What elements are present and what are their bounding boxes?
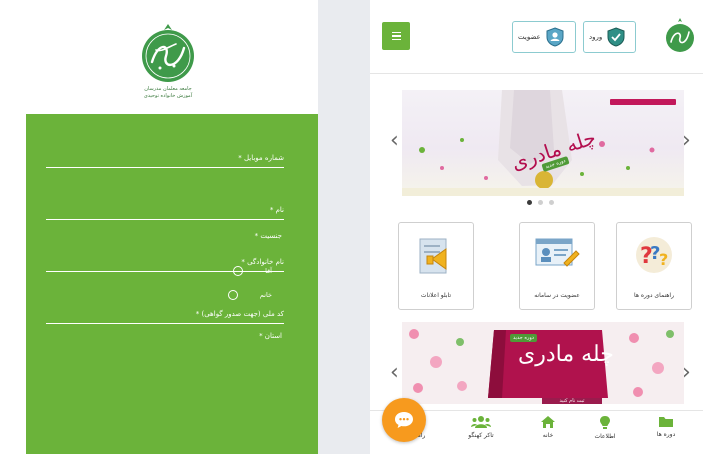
- slider-dot[interactable]: [549, 200, 554, 205]
- group-icon: [471, 416, 491, 428]
- shield-user-icon: [546, 27, 564, 47]
- header-logo-icon: [666, 18, 694, 52]
- nav-item-home[interactable]: خانه: [520, 415, 576, 439]
- home-screen: عضویت ورود چله مادری دوره جدید ‹ › تابلو…: [370, 0, 703, 454]
- question-puzzle-icon: ? ? ?: [636, 237, 672, 273]
- card-news-board[interactable]: تابلو اعلانات: [398, 222, 474, 310]
- hamburger-menu-button[interactable]: [382, 22, 410, 50]
- nav-item-group[interactable]: تاکر کهنگو: [453, 415, 509, 439]
- chat-icon: [395, 412, 413, 428]
- left-logo-block: جامعه معلمان مدرسان آموزش خانواده توحیدی: [118, 22, 218, 100]
- gender-option-female[interactable]: خانم: [227, 290, 272, 300]
- national-id-field-label: کد ملی (جهت صدور گواهی) *: [195, 310, 284, 318]
- promo-banner-1[interactable]: چله مادری دوره جدید: [402, 90, 684, 196]
- national-id-field-underline[interactable]: [46, 323, 284, 324]
- banner2-subtitle: ثبت نام کنید: [542, 398, 602, 404]
- membership-button-label: عضویت: [518, 33, 541, 41]
- banner1-prev-arrow-icon[interactable]: ‹: [390, 130, 399, 152]
- id-card-icon: [535, 238, 580, 267]
- nav-item-info-label: اطلاعات: [594, 433, 616, 440]
- megaphone-icon: [419, 238, 447, 274]
- last-name-field-label: نام خانوادگی *: [241, 258, 284, 266]
- banner1-tag: [610, 99, 676, 105]
- province-label: استان *: [259, 332, 282, 340]
- folder-icon: [659, 417, 673, 427]
- card-courses-guide[interactable]: ? ? ? راهنمای دوره ها: [616, 222, 692, 310]
- nav-item-home-label: خانه: [542, 432, 554, 439]
- banner2-title: چله مادری: [518, 342, 614, 367]
- nav-item-group-label: تاکر کهنگو: [468, 432, 494, 439]
- login-button-label: ورود: [589, 33, 603, 41]
- banner1-next-arrow-icon[interactable]: ›: [682, 130, 691, 152]
- registration-screen: جامعه معلمان مدرسان آموزش خانواده توحیدی…: [0, 0, 318, 454]
- nav-item-info[interactable]: اطلاعات: [577, 415, 633, 440]
- gender-label: جنسیت *: [254, 232, 282, 240]
- radio-female[interactable]: [227, 290, 238, 300]
- slider-dots: [527, 200, 554, 205]
- mobile-field-label: شماره موبایل *: [238, 154, 284, 162]
- card-membership-label: عضویت در سامانه: [534, 292, 580, 299]
- card-news-board-label: تابلو اعلانات: [420, 292, 452, 299]
- shield-check-icon: [607, 27, 625, 47]
- chat-fab-button[interactable]: [382, 398, 426, 442]
- app-header: عضویت ورود: [370, 0, 703, 74]
- home-icon: [541, 416, 555, 428]
- first-name-field-underline[interactable]: [46, 219, 284, 220]
- login-button[interactable]: ورود: [583, 21, 636, 53]
- gender-option-female-label: خانم: [259, 291, 272, 299]
- lightbulb-icon: [600, 416, 610, 429]
- first-name-field[interactable]: نام *: [46, 196, 284, 248]
- radio-male[interactable]: [233, 266, 244, 276]
- logo-subtitle-2: آموزش خانواده توحیدی: [143, 93, 193, 99]
- gender-option-male[interactable]: آقا: [233, 266, 272, 276]
- hamburger-icon: [391, 31, 401, 34]
- promo-banner-2[interactable]: دوره جدید چله مادری ثبت نام کنید: [402, 322, 684, 404]
- nav-item-courses[interactable]: دوره ها: [638, 415, 694, 438]
- banner2-badge: دوره جدید: [510, 334, 537, 342]
- slider-dot-active[interactable]: [527, 200, 532, 205]
- card-membership[interactable]: عضویت در سامانه: [519, 222, 595, 310]
- calligraphy-logo-icon: [142, 24, 194, 82]
- registration-form: شماره موبایل * نام * نام خانوادگی * کد م…: [26, 114, 318, 454]
- first-name-field-label: نام *: [269, 206, 284, 214]
- svg-text:?: ?: [659, 250, 668, 269]
- banner2-next-arrow-icon[interactable]: ›: [682, 362, 691, 384]
- mobile-field-underline[interactable]: [46, 167, 284, 168]
- banner2-prev-arrow-icon[interactable]: ‹: [390, 362, 399, 384]
- membership-button[interactable]: عضویت: [512, 21, 576, 53]
- slider-dot[interactable]: [538, 200, 543, 205]
- nav-item-courses-label: دوره ها: [656, 431, 676, 438]
- gender-option-male-label: آقا: [265, 267, 272, 275]
- national-id-field[interactable]: کد ملی (جهت صدور گواهی) *: [46, 300, 284, 352]
- mobile-field[interactable]: شماره موبایل *: [46, 144, 284, 196]
- logo-subtitle-1: جامعه معلمان مدرسان: [144, 86, 192, 92]
- card-courses-guide-label: راهنمای دوره ها: [634, 292, 674, 299]
